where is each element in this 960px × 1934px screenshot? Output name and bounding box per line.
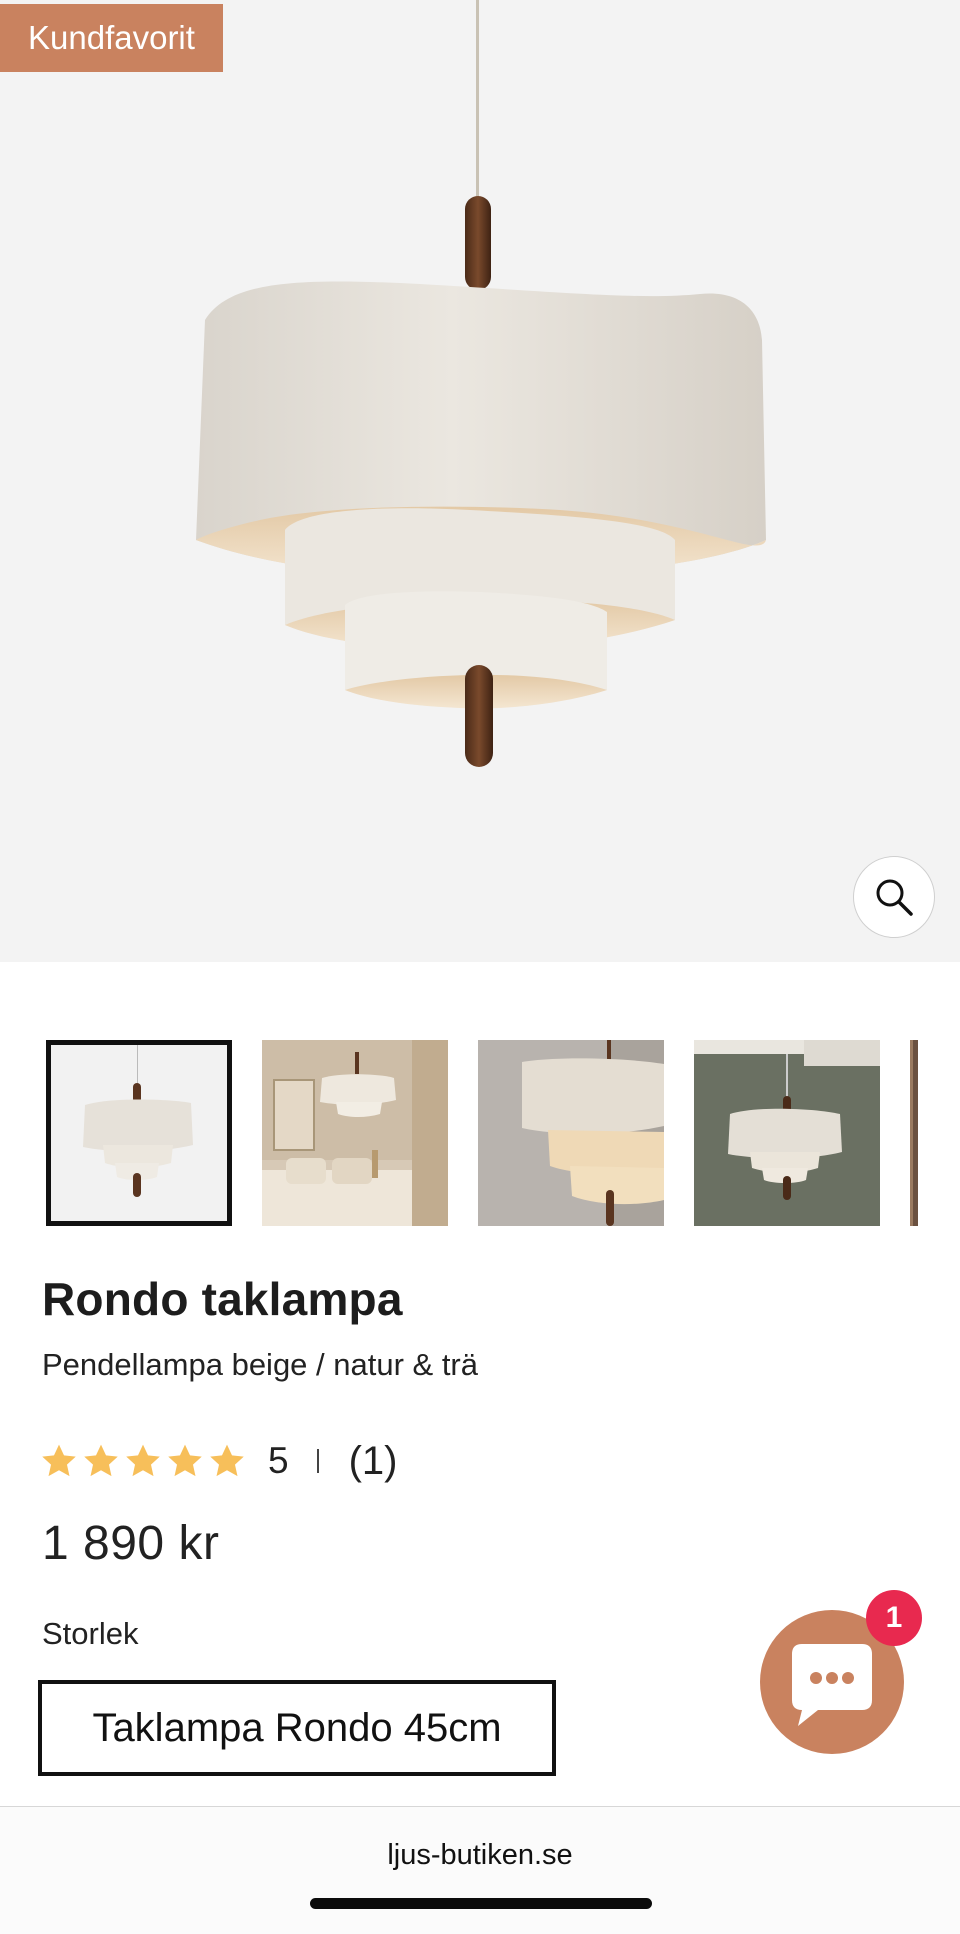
thumbnail-1[interactable] [46,1040,232,1226]
chat-unread-badge: 1 [866,1590,922,1646]
thumbnail-4[interactable] [694,1040,880,1226]
star-icon [210,1444,244,1477]
size-option-selected[interactable]: Taklampa Rondo 45cm [38,1680,556,1776]
product-page: Kundfavorit Rondo taklampa Pendellampa b… [0,0,960,1934]
thumbnail-5[interactable] [910,1040,918,1226]
product-subtitle: Pendellampa beige / natur & trä [42,1347,478,1382]
product-title: Rondo taklampa [42,1273,403,1325]
product-rating[interactable]: 5 (1) [40,1436,397,1486]
thumbnail-3[interactable] [478,1040,664,1226]
rating-stars [40,1443,246,1479]
thumbnail-strip[interactable] [0,1040,960,1228]
home-indicator[interactable] [310,1898,652,1909]
rating-divider [316,1449,319,1473]
lamp-image [196,0,766,767]
product-price: 1 890 kr [42,1517,220,1570]
star-icon [42,1444,76,1477]
product-main-image[interactable]: Kundfavorit [0,0,960,962]
customer-favorite-badge: Kundfavorit [0,4,223,72]
star-icon [84,1444,118,1477]
star-icon [168,1444,202,1477]
thumbnail-image [478,1040,664,1226]
address-bar[interactable]: ljus-butiken.se [0,1839,960,1872]
thumbnail-image [694,1040,880,1226]
thumbnail-image [910,1040,918,1226]
zoom-button[interactable] [853,856,935,938]
browser-bottom-bar: ljus-butiken.se [0,1806,960,1934]
star-icon [126,1444,160,1477]
thumbnail-image [51,1045,227,1221]
thumbnail-2[interactable] [262,1040,448,1226]
size-label: Storlek [42,1616,139,1651]
rating-value: 5 [268,1440,289,1481]
thumbnail-image [262,1040,448,1226]
review-count[interactable]: (1) [349,1439,398,1484]
magnifier-icon [876,879,913,916]
